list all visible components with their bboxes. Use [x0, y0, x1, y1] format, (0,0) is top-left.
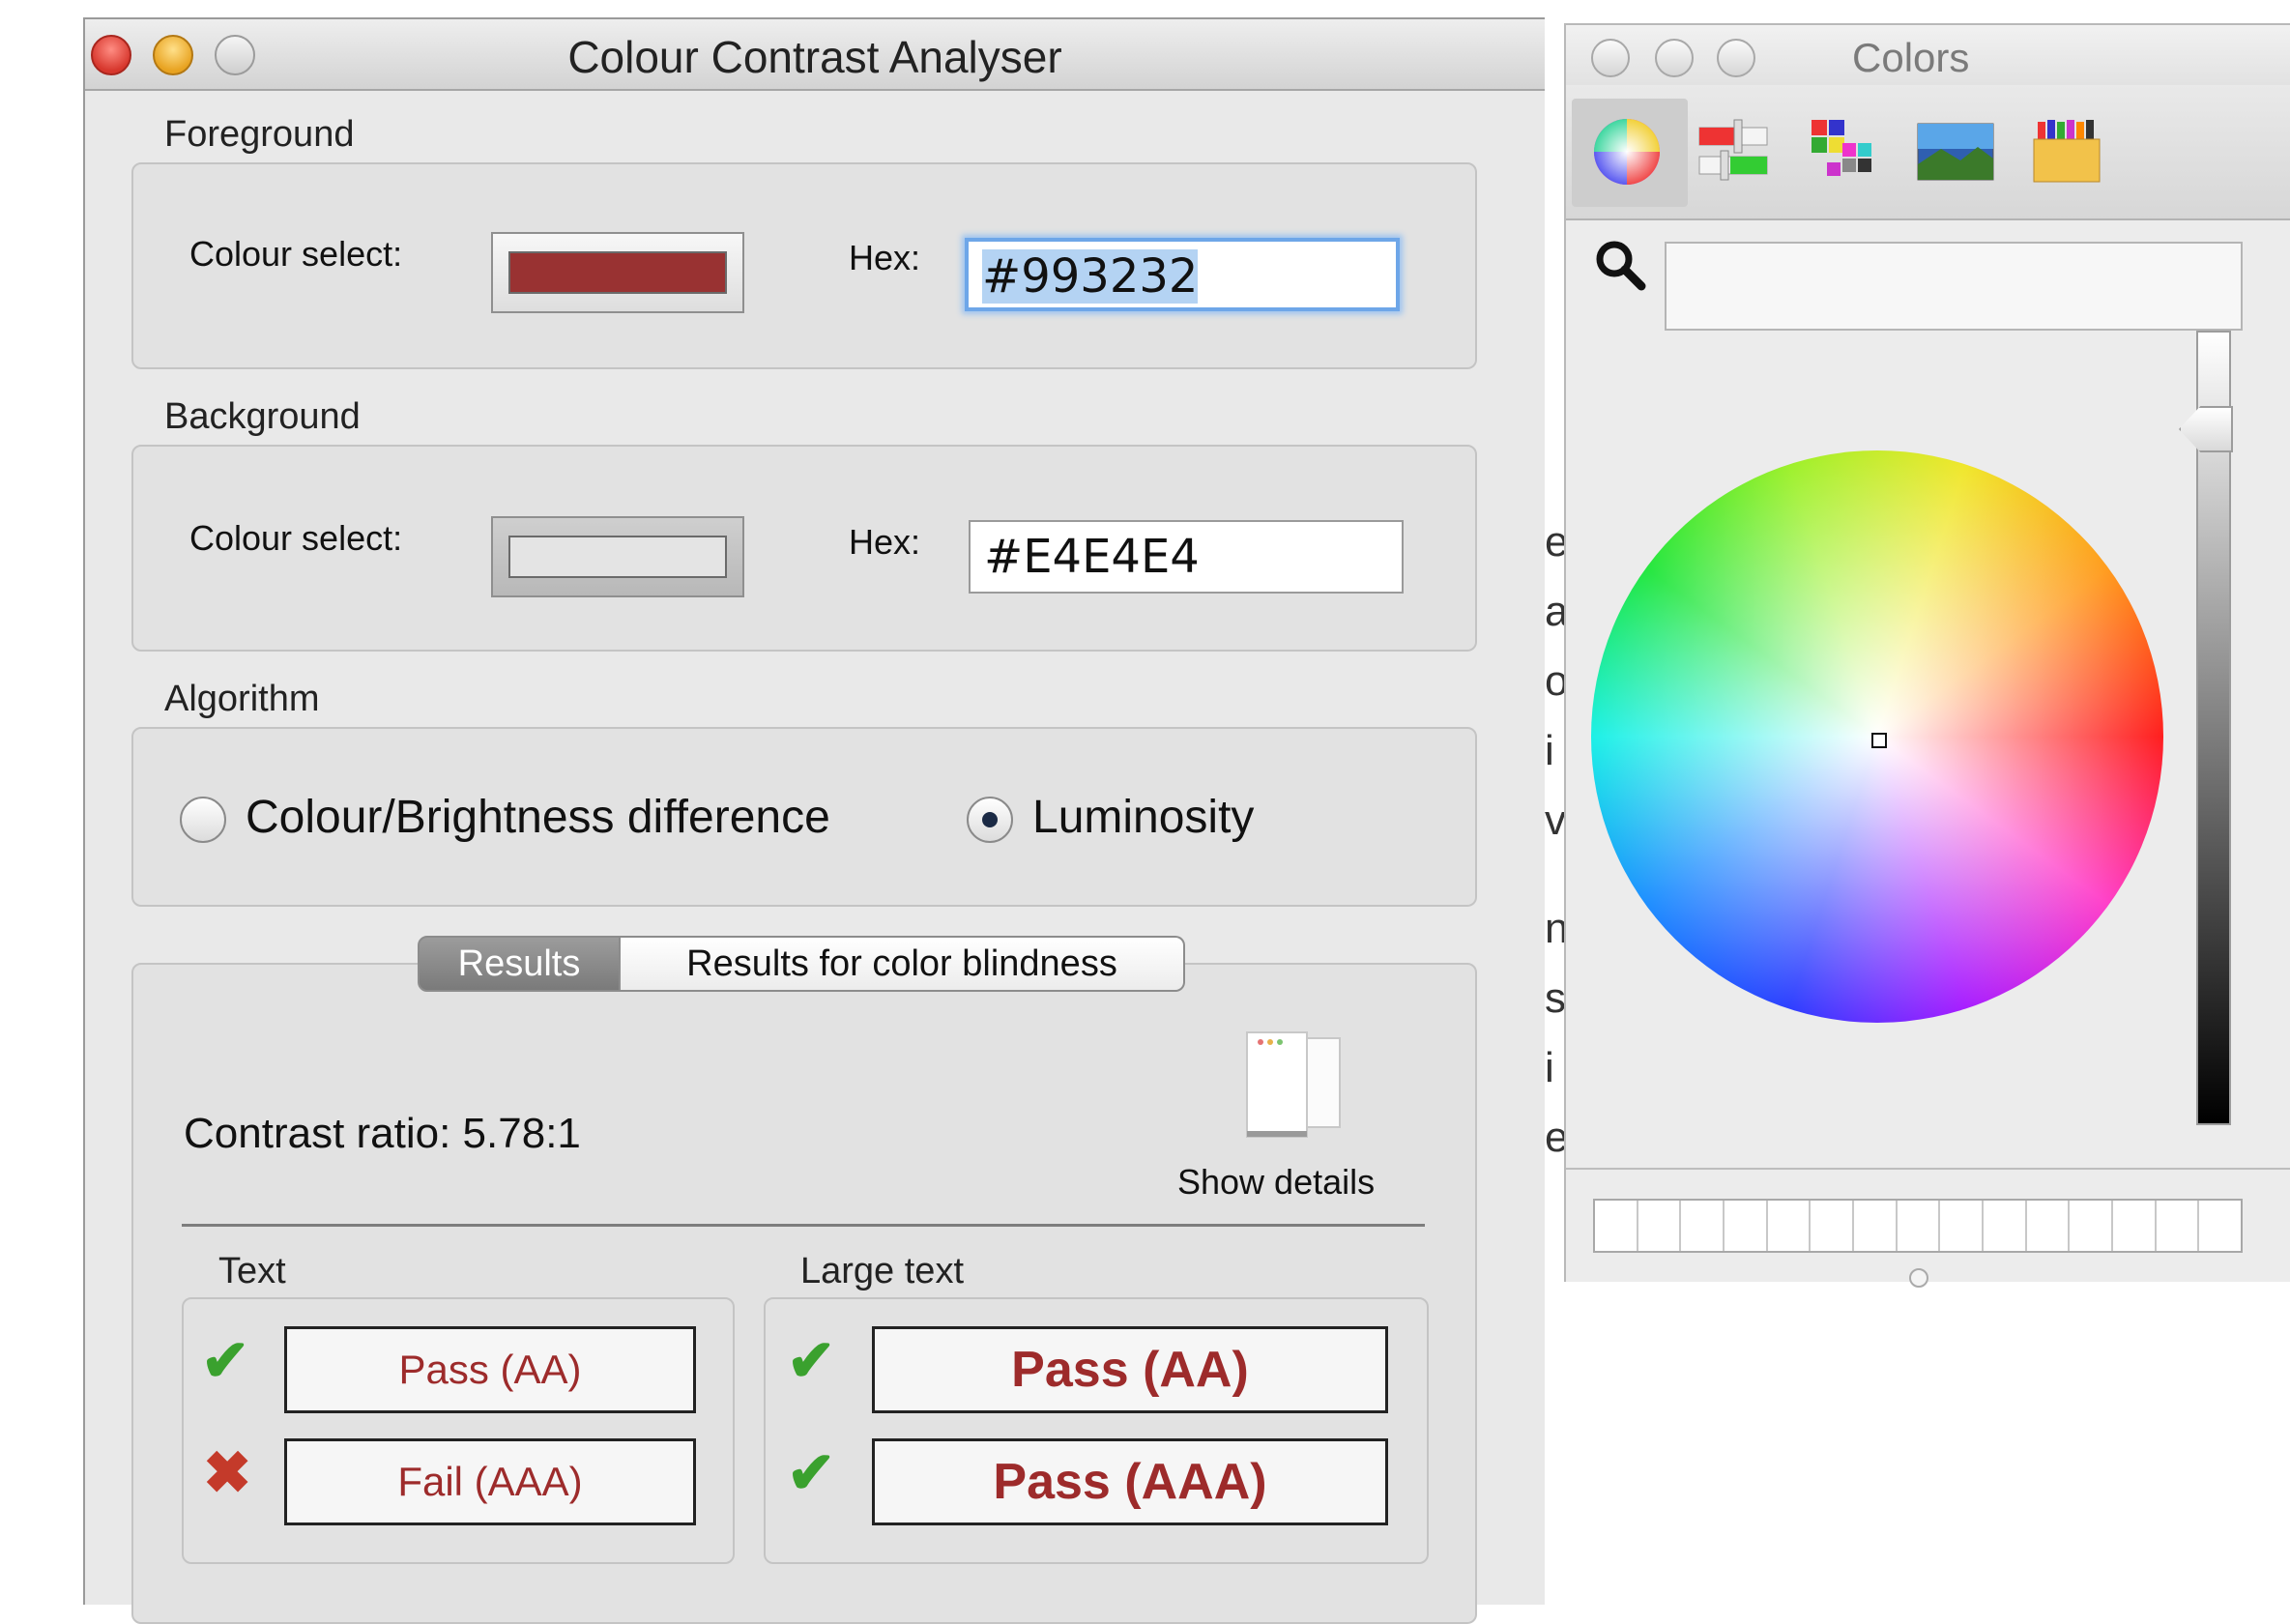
- sliders-icon[interactable]: [1692, 110, 1775, 193]
- colors-divider: [1566, 1168, 2290, 1170]
- swatch-slot[interactable]: [2027, 1201, 2071, 1251]
- colors-minimize-button[interactable]: [1655, 39, 1694, 77]
- foreground-colour-picker-button[interactable]: [491, 232, 744, 313]
- bg-text: s: [1545, 974, 1566, 1022]
- background-panel: Colour select: Hex: #E4E4E4: [131, 445, 1477, 652]
- bg-text: i: [1545, 1044, 1554, 1091]
- background-colour-picker-button[interactable]: [491, 516, 744, 597]
- pass-check-icon: ✔: [787, 1328, 836, 1393]
- swatch-slot[interactable]: [1725, 1201, 1768, 1251]
- search-icon: [1591, 236, 1649, 294]
- colour-brightness-radio[interactable]: [180, 797, 226, 843]
- colors-zoom-button[interactable]: [1717, 39, 1755, 77]
- swatch-slot[interactable]: [2157, 1201, 2200, 1251]
- large-text-group-heading: Large text: [800, 1251, 964, 1291]
- swatch-slot[interactable]: [1940, 1201, 1985, 1251]
- foreground-panel: Colour select: Hex: #993232: [131, 162, 1477, 369]
- colors-toolbar: [1566, 85, 2290, 220]
- color-wheel-icon[interactable]: [1585, 110, 1668, 193]
- swatch-slot[interactable]: [2113, 1201, 2157, 1251]
- swatch-slot[interactable]: [1768, 1201, 1812, 1251]
- swatch-slot[interactable]: [2070, 1201, 2114, 1251]
- large-text-aa-result: Pass (AA): [872, 1326, 1388, 1413]
- swatch-slot[interactable]: [1898, 1201, 1941, 1251]
- bg-text: v: [1545, 797, 1566, 844]
- colors-close-button[interactable]: [1591, 39, 1630, 77]
- large-text-results-panel: ✔ Pass (AA) ✔ Pass (AAA): [764, 1297, 1429, 1564]
- foreground-colour-select-label: Colour select:: [189, 234, 403, 274]
- pass-check-icon: ✔: [201, 1328, 250, 1393]
- colors-title-bar[interactable]: Colors: [1566, 25, 2290, 85]
- crayons-icon[interactable]: [2028, 110, 2111, 193]
- luminosity-label[interactable]: Luminosity: [1032, 791, 1254, 844]
- colour-brightness-label[interactable]: Colour/Brightness difference: [246, 791, 830, 844]
- swatch-slot[interactable]: [2199, 1201, 2241, 1251]
- tab-results[interactable]: Results: [418, 936, 621, 992]
- background-hex-label: Hex:: [849, 522, 921, 562]
- tab-results-color-blindness[interactable]: Results for color blindness: [621, 936, 1185, 992]
- background-heading: Background: [164, 396, 361, 437]
- palettes-icon[interactable]: [1804, 110, 1887, 193]
- text-aaa-result: Fail (AAA): [284, 1438, 696, 1525]
- foreground-heading: Foreground: [164, 114, 355, 155]
- background-hex-value: #E4E4E4: [984, 530, 1200, 584]
- swatch-slot[interactable]: [1854, 1201, 1898, 1251]
- background-colour-select-label: Colour select:: [189, 518, 403, 558]
- text-results-panel: ✔ Pass (AA) ✖ Fail (AAA): [182, 1297, 735, 1564]
- text-group-heading: Text: [218, 1251, 286, 1291]
- swatch-slot[interactable]: [1595, 1201, 1638, 1251]
- fail-cross-icon: ✖: [203, 1440, 252, 1505]
- colors-panel-window: Colors: [1564, 23, 2290, 1288]
- image-palettes-icon[interactable]: [1914, 110, 1997, 193]
- contrast-ratio: Contrast ratio: 5.78:1: [184, 1110, 581, 1157]
- large-text-aaa-result: Pass (AAA): [872, 1438, 1388, 1525]
- swatch-resize-handle[interactable]: [1909, 1268, 1928, 1288]
- algorithm-heading: Algorithm: [164, 679, 320, 719]
- swatch-slot[interactable]: [1681, 1201, 1725, 1251]
- foreground-hex-label: Hex:: [849, 238, 921, 277]
- swatch-slot[interactable]: [1811, 1201, 1855, 1251]
- algorithm-panel: Colour/Brightness difference Luminosity: [131, 727, 1477, 907]
- background-swatch: [508, 536, 727, 578]
- swatch-slot[interactable]: [1638, 1201, 1682, 1251]
- show-details-icon[interactable]: [1235, 1027, 1351, 1143]
- window-title: Colour Contrast Analyser: [567, 32, 1062, 82]
- foreground-swatch: [508, 251, 727, 294]
- swatch-slot[interactable]: [1984, 1201, 2027, 1251]
- colors-title: Colors: [1852, 35, 1970, 80]
- luminosity-radio[interactable]: [967, 797, 1013, 843]
- pass-check-icon: ✔: [787, 1440, 836, 1505]
- bg-text: i: [1545, 727, 1554, 774]
- text-aa-result: Pass (AA): [284, 1326, 696, 1413]
- saved-swatches-strip[interactable]: [1593, 1199, 2243, 1253]
- foreground-hex-value: #993232: [982, 249, 1199, 304]
- background-hex-input[interactable]: #E4E4E4: [969, 520, 1404, 594]
- results-panel: Contrast ratio: 5.78:1 Show details Text…: [131, 963, 1477, 1624]
- show-details-label[interactable]: Show details: [1177, 1162, 1375, 1203]
- colour-contrast-analyser-window: Colour Contrast Analyser Foreground Colo…: [83, 17, 1545, 1624]
- foreground-hex-input[interactable]: #993232: [965, 238, 1400, 311]
- results-divider: [182, 1224, 1425, 1227]
- brightness-slider-knob[interactable]: [2179, 406, 2233, 452]
- colors-search-input[interactable]: [1665, 242, 2243, 331]
- color-wheel-cursor[interactable]: [1871, 733, 1887, 748]
- title-bar[interactable]: Colour Contrast Analyser: [85, 19, 1545, 91]
